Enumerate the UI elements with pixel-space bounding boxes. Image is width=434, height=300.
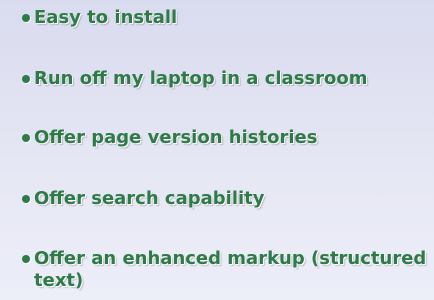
bullet-text: Offer search capability	[34, 188, 265, 209]
bullet-dot-icon	[22, 14, 30, 22]
bullet-text: Offer page version histories	[34, 127, 318, 148]
bullet-item-run-off-laptop: Run off my laptop in a classroom	[22, 68, 428, 90]
bullet-text: Offer an enhanced markup (structured tex…	[34, 248, 427, 291]
bullet-dot-icon	[22, 195, 30, 203]
bullet-item-enhanced-markup: Offer an enhanced markup (structured tex…	[22, 248, 428, 292]
bullet-dot-icon	[22, 75, 30, 83]
bullet-item-version-histories: Offer page version histories	[22, 127, 428, 149]
slide: Easy to install Run off my laptop in a c…	[0, 0, 434, 300]
bullet-dot-icon	[22, 255, 30, 263]
bullet-item-search-capability: Offer search capability	[22, 188, 428, 210]
bullet-text: Easy to install	[34, 7, 178, 28]
bullet-dot-icon	[22, 134, 30, 142]
bullet-text: Run off my laptop in a classroom	[34, 68, 368, 89]
bullet-item-easy-to-install: Easy to install	[22, 7, 428, 29]
